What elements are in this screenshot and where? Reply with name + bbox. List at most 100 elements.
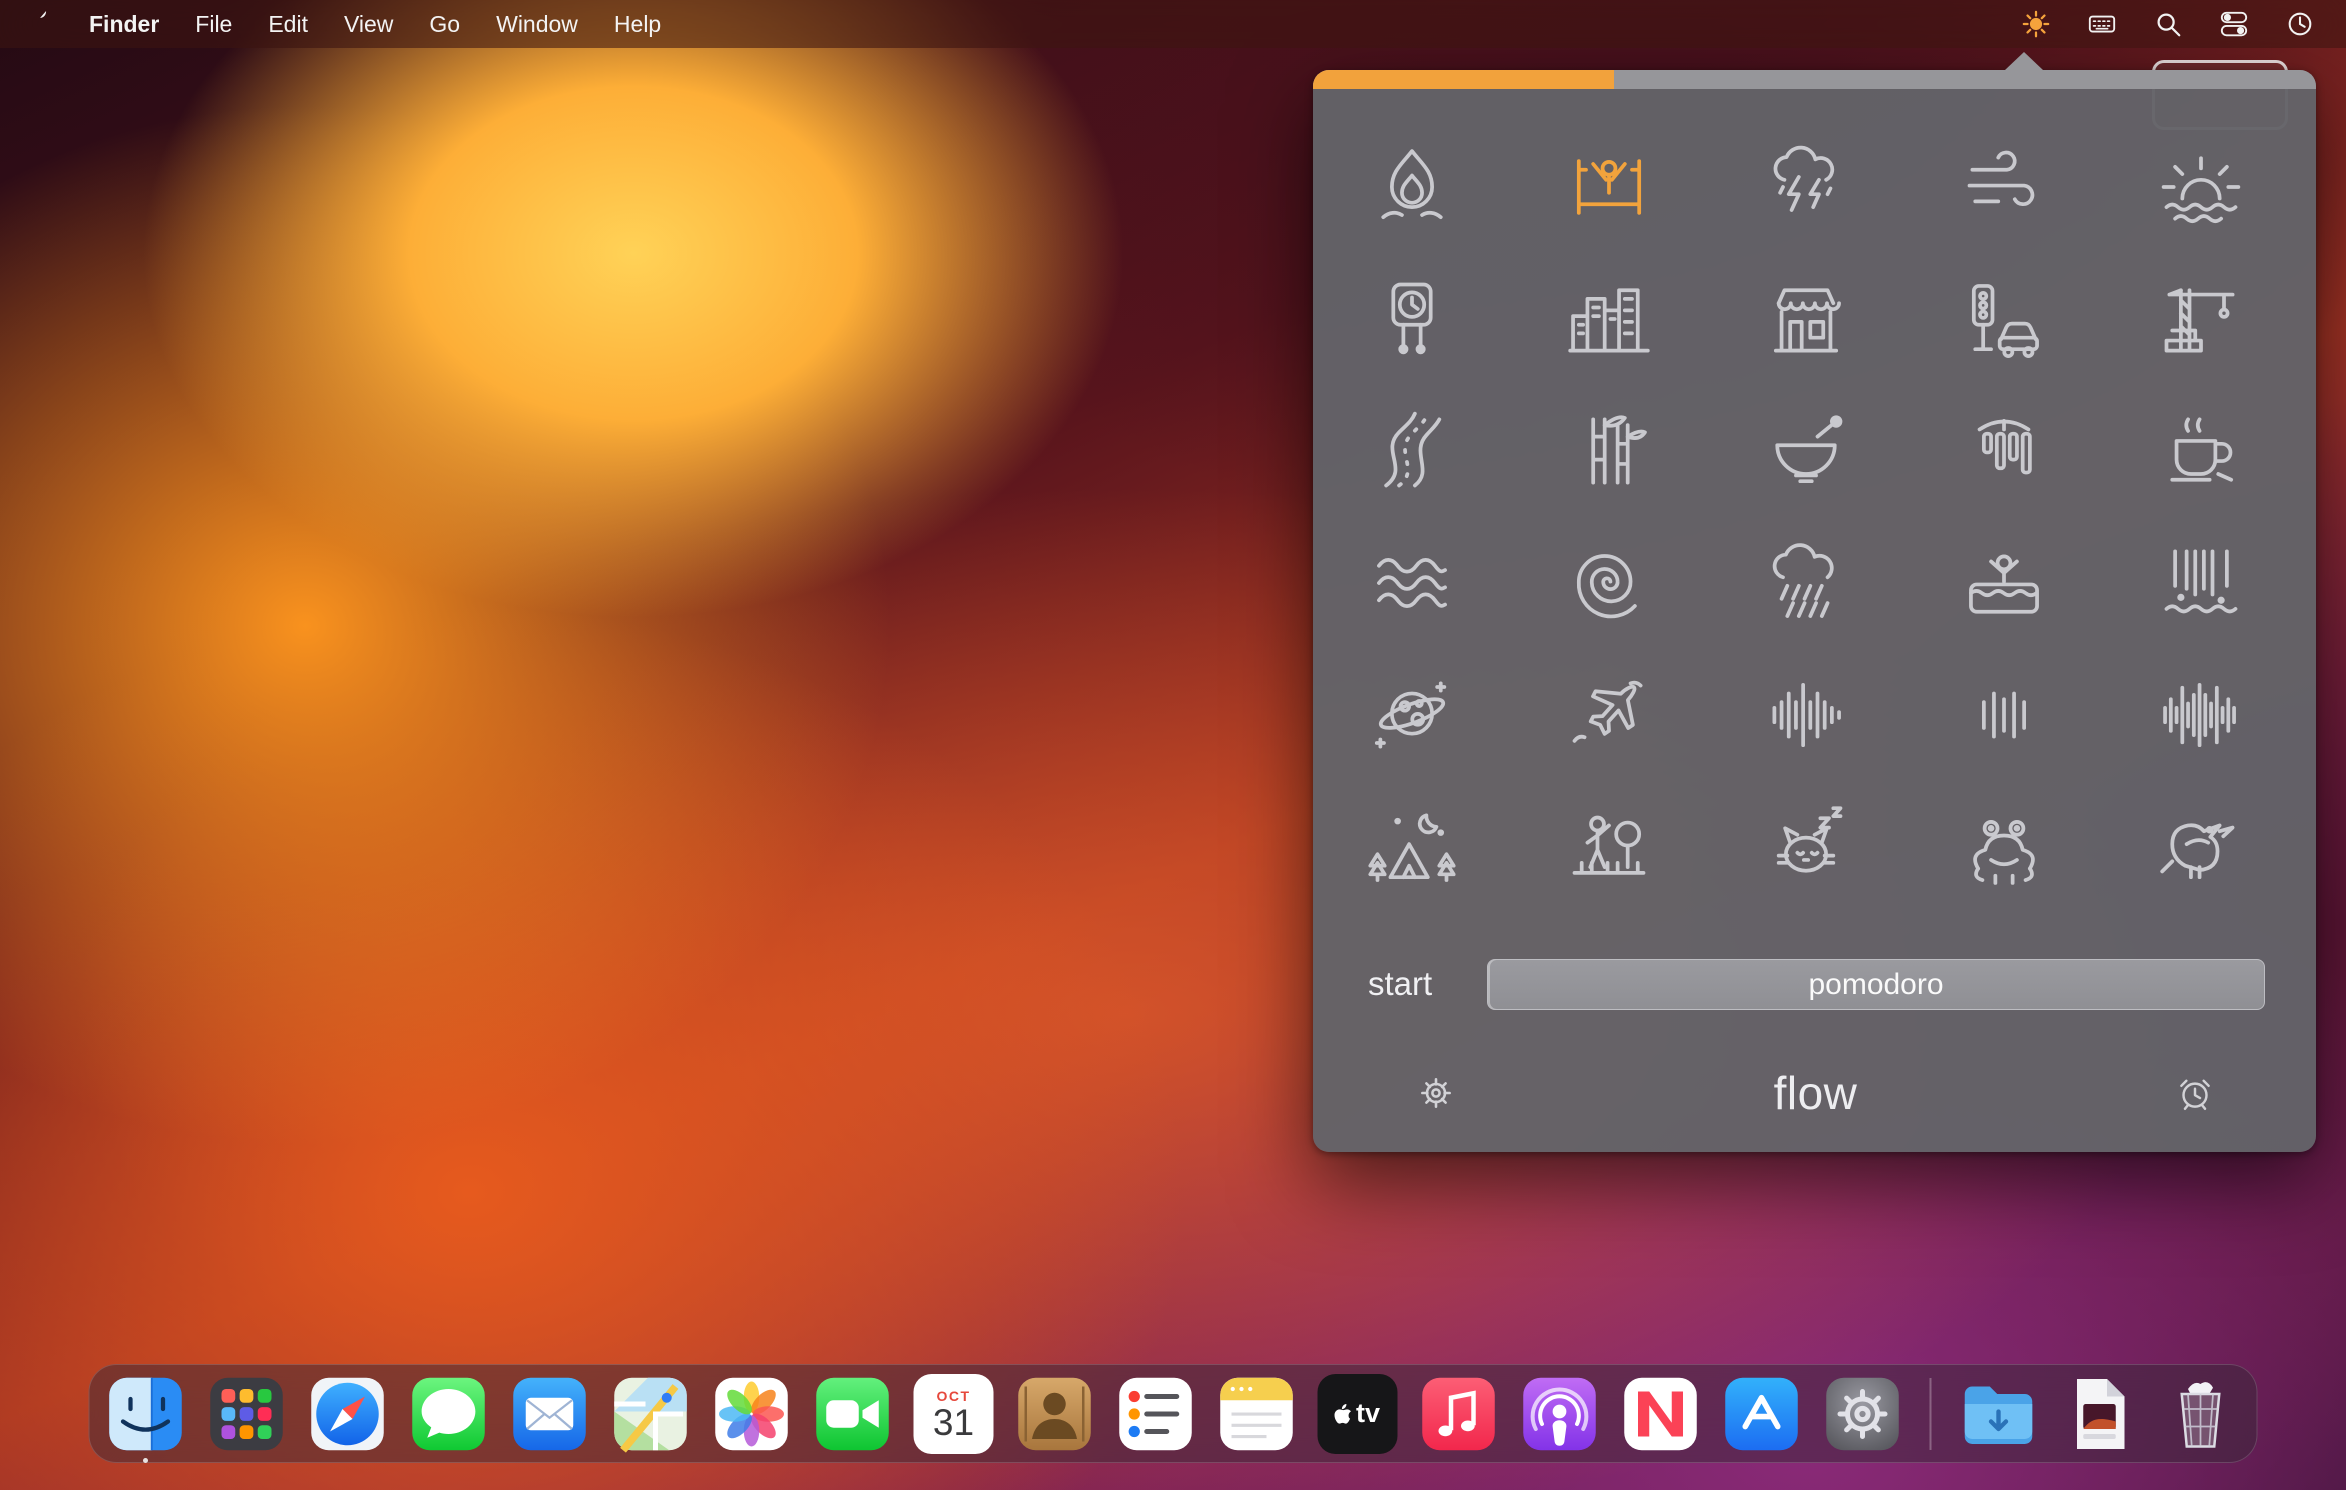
document-icon	[2060, 1374, 2140, 1454]
sound-songbird[interactable]	[2146, 792, 2256, 902]
camping-icon	[1366, 801, 1458, 893]
dock-trash[interactable]	[2161, 1374, 2241, 1454]
sound-coffee[interactable]	[2146, 396, 2256, 506]
maps-icon	[611, 1374, 691, 1454]
dock-app-store[interactable]	[1722, 1374, 1802, 1454]
sound-bamboo[interactable]	[1554, 396, 1664, 506]
dock-news[interactable]	[1621, 1374, 1701, 1454]
sound-street-cafe[interactable]	[1751, 264, 1861, 374]
safari-icon	[308, 1374, 388, 1454]
sound-sleeping-cat[interactable]	[1751, 792, 1861, 902]
sound-wind-chimes[interactable]	[1949, 396, 2059, 506]
flow-popover: start pomodoro flow	[1313, 70, 2316, 1152]
dock-music[interactable]	[1419, 1374, 1499, 1454]
menu-bar: Finder File Edit View Go Window Help	[0, 0, 2346, 48]
dock-calendar[interactable]: OCT31	[914, 1374, 994, 1454]
sound-waterfall[interactable]	[2146, 528, 2256, 638]
dock-apple-tv[interactable]: tv	[1318, 1374, 1398, 1454]
menu-file[interactable]: File	[195, 11, 232, 38]
thunderstorm-icon	[1760, 141, 1852, 233]
trash-icon	[2161, 1374, 2241, 1454]
dock-contacts[interactable]	[1015, 1374, 1095, 1454]
sound-airplane[interactable]	[1554, 660, 1664, 770]
menu-window[interactable]: Window	[496, 11, 578, 38]
dock-finder[interactable]	[106, 1374, 186, 1454]
dock-messages[interactable]	[409, 1374, 489, 1454]
dock-facetime[interactable]	[813, 1374, 893, 1454]
dock-notes[interactable]	[1217, 1374, 1297, 1454]
apple-logo-icon	[30, 11, 53, 38]
dock-safari[interactable]	[308, 1374, 388, 1454]
sound-pink-noise[interactable]	[1949, 660, 2059, 770]
sound-waves[interactable]	[1357, 528, 1467, 638]
dock-downloads-folder[interactable]	[1959, 1374, 2039, 1454]
morning-stretch-icon	[1563, 141, 1655, 233]
app-store-icon	[1722, 1374, 1802, 1454]
dock-maps[interactable]	[611, 1374, 691, 1454]
flow-sun-icon[interactable]	[2020, 8, 2052, 40]
sound-thunderstorm[interactable]	[1751, 132, 1861, 242]
app-title: flow	[1774, 1066, 1858, 1120]
facetime-icon	[813, 1374, 893, 1454]
sound-swimming[interactable]	[1949, 528, 2059, 638]
dock-reminders[interactable]	[1116, 1374, 1196, 1454]
spotlight-search-icon[interactable]	[2152, 8, 2184, 40]
sound-pendulum-clock[interactable]	[1357, 264, 1467, 374]
sound-morning-stretch[interactable]	[1554, 132, 1664, 242]
calendar-icon: OCT31	[914, 1374, 994, 1454]
dock-document[interactable]	[2060, 1374, 2140, 1454]
sound-garden[interactable]	[1554, 792, 1664, 902]
traffic-icon	[1958, 273, 2050, 365]
popover-arrow	[2005, 52, 2043, 70]
contacts-icon	[1015, 1374, 1095, 1454]
sound-sunrise[interactable]	[2146, 132, 2256, 242]
sound-brown-noise[interactable]	[2146, 660, 2256, 770]
sound-construction-crane[interactable]	[2146, 264, 2256, 374]
coffee-icon	[2155, 405, 2247, 497]
app-menus: Finder File Edit View Go Window Help	[89, 11, 661, 38]
sound-city[interactable]	[1554, 264, 1664, 374]
street-cafe-icon	[1760, 273, 1852, 365]
desktop: Finder File Edit View Go Window Help start pom…	[0, 0, 2346, 1490]
keyboard-icon[interactable]	[2086, 8, 2118, 40]
alarm-clock-icon[interactable]	[2172, 1070, 2218, 1116]
timer-field-value: pomodoro	[1808, 968, 1943, 1002]
apple-menu[interactable]	[30, 11, 53, 38]
dock-podcasts[interactable]	[1520, 1374, 1600, 1454]
menu-go[interactable]: Go	[429, 11, 460, 38]
sound-campfire[interactable]	[1357, 132, 1467, 242]
pink-noise-icon	[1958, 669, 2050, 761]
clock-icon[interactable]	[2284, 8, 2316, 40]
menu-help[interactable]: Help	[614, 11, 661, 38]
sound-white-noise[interactable]	[1751, 660, 1861, 770]
podcasts-icon	[1520, 1374, 1600, 1454]
brown-noise-icon	[2155, 669, 2247, 761]
waterfall-icon	[2155, 537, 2247, 629]
pomodoro-timer-button[interactable]: pomodoro	[1487, 959, 2265, 1010]
control-center-icon[interactable]	[2218, 8, 2250, 40]
dock-system-settings[interactable]	[1823, 1374, 1903, 1454]
menu-edit[interactable]: Edit	[268, 11, 308, 38]
sound-wind[interactable]	[1949, 132, 2059, 242]
settings-gear-icon[interactable]	[1413, 1070, 1459, 1116]
dock-mail[interactable]	[510, 1374, 590, 1454]
system-settings-icon	[1823, 1374, 1903, 1454]
sound-camping[interactable]	[1357, 792, 1467, 902]
white-noise-icon	[1760, 669, 1852, 761]
photos-icon	[712, 1374, 792, 1454]
sound-singing-bowl[interactable]	[1751, 396, 1861, 506]
bamboo-icon	[1563, 405, 1655, 497]
menu-view[interactable]: View	[344, 11, 393, 38]
dock-launchpad[interactable]	[207, 1374, 287, 1454]
menu-finder[interactable]: Finder	[89, 11, 159, 38]
sound-planet[interactable]	[1357, 660, 1467, 770]
dock-photos[interactable]	[712, 1374, 792, 1454]
sound-country-road[interactable]	[1357, 396, 1467, 506]
sound-traffic[interactable]	[1949, 264, 2059, 374]
timer-row: start pomodoro	[1313, 959, 2316, 1011]
sound-vortex[interactable]	[1554, 528, 1664, 638]
dock: OCT31 tv	[89, 1364, 2258, 1463]
sound-rain[interactable]	[1751, 528, 1861, 638]
sound-frog[interactable]	[1949, 792, 2059, 902]
country-road-icon	[1366, 405, 1458, 497]
